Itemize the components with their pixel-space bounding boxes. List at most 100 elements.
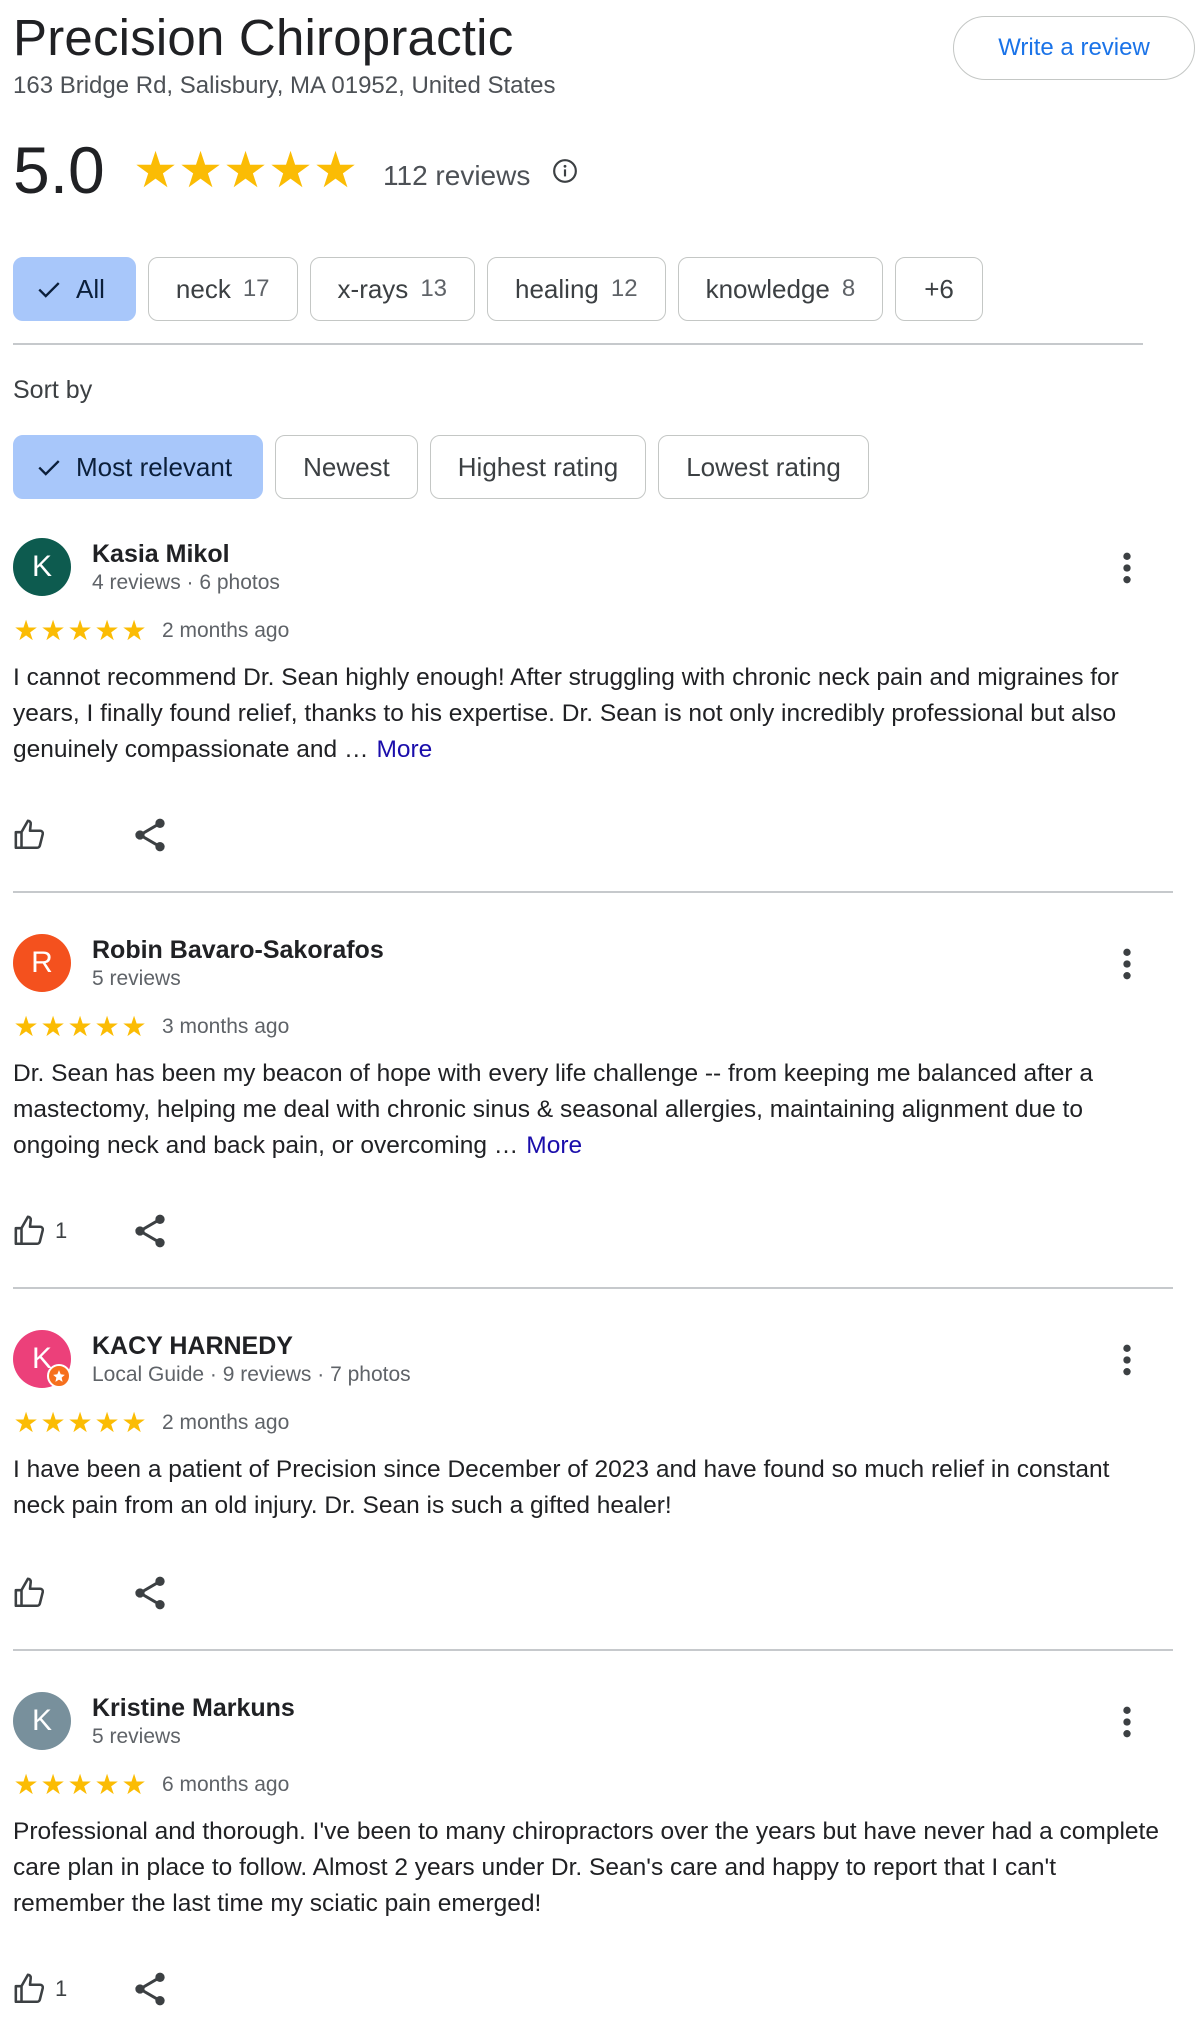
star-icon: ★ <box>94 1769 120 1800</box>
sort-highest-rating[interactable]: Highest rating <box>429 435 647 499</box>
more-vert-icon[interactable] <box>1107 944 1147 984</box>
business-address: 163 Bridge Rd, Salisbury, MA 01952, Unit… <box>13 72 556 99</box>
review-actions: 1 <box>13 1969 67 2009</box>
more-link[interactable]: More <box>526 1132 582 1159</box>
review-time: 2 months ago <box>162 619 290 642</box>
sort-most-relevant[interactable]: Most relevant <box>13 435 264 499</box>
chip-label: Highest rating <box>457 451 619 482</box>
more-vert-icon[interactable] <box>1107 1340 1147 1380</box>
thumb-up-icon <box>14 819 45 850</box>
star-icon: ★ <box>121 1769 147 1800</box>
review-text: Dr. Sean has been my beacon of hope with… <box>13 1056 1163 1164</box>
avatar[interactable]: R <box>13 934 71 992</box>
sort-lowest-rating[interactable]: Lowest rating <box>658 435 869 499</box>
review-rating: ★ ★ ★ ★ ★ 6 months ago <box>13 1770 289 1800</box>
topic-chip-neck[interactable]: neck 17 <box>147 257 298 321</box>
star-icon: ★ <box>121 615 147 646</box>
star-icon: ★ <box>94 615 120 646</box>
topic-chip-x-rays[interactable]: x-rays 13 <box>309 257 476 321</box>
divider <box>13 1287 1173 1289</box>
like-button[interactable] <box>13 1573 47 1613</box>
chip-label: neck <box>175 273 231 304</box>
reviewer-name[interactable]: Kristine Markuns <box>92 1692 295 1724</box>
avatar-initial: K <box>31 550 52 583</box>
star-icon: ★ <box>223 142 268 198</box>
divider <box>13 891 1173 893</box>
star-icon: ★ <box>94 1407 120 1438</box>
reviewer-meta: 5 reviews <box>92 967 181 990</box>
thumb-up-icon <box>14 1215 45 1246</box>
chip-label: +6 <box>924 273 954 304</box>
share-icon[interactable] <box>130 1211 170 1251</box>
star-icon: ★ <box>121 1407 147 1438</box>
more-vert-icon[interactable] <box>1107 548 1147 588</box>
rating-stars: ★ ★ ★ ★ ★ <box>133 145 358 195</box>
topic-chip-more[interactable]: +6 <box>895 257 983 321</box>
share-icon[interactable] <box>130 815 170 855</box>
reviewer-name[interactable]: KACY HARNEDY <box>92 1330 293 1362</box>
review-rating: ★ ★ ★ ★ ★ 3 months ago <box>13 1012 289 1042</box>
write-review-button[interactable]: Write a review <box>953 16 1195 80</box>
star-icon: ★ <box>13 1769 39 1800</box>
star-icon: ★ <box>178 142 223 198</box>
topic-chip-all[interactable]: All <box>13 257 136 321</box>
share-icon[interactable] <box>130 1969 170 2009</box>
star-icon: ★ <box>67 1769 93 1800</box>
review-time: 6 months ago <box>162 1773 290 1796</box>
check-icon <box>38 282 60 298</box>
reviewer-meta: 4 reviews · 6 photos <box>92 571 280 594</box>
chip-label: healing <box>515 273 599 304</box>
reviewer-meta: 5 reviews <box>92 1725 181 1748</box>
chip-label: Lowest rating <box>686 451 841 482</box>
chip-label: Most relevant <box>76 451 233 482</box>
review-body: I cannot recommend Dr. Sean highly enoug… <box>13 664 1119 763</box>
star-icon: ★ <box>268 142 313 198</box>
star-icon: ★ <box>13 615 39 646</box>
like-button[interactable] <box>13 815 47 855</box>
reviewer-meta: Local Guide · 9 reviews · 7 photos <box>92 1363 411 1386</box>
thumb-up-icon <box>14 1577 45 1608</box>
chip-count: 12 <box>610 275 638 302</box>
sort-chips: Most relevant Newest Highest rating Lowe… <box>13 435 869 499</box>
reviewer-name[interactable]: Robin Bavaro-Sakorafos <box>92 934 384 966</box>
chip-count: 8 <box>841 275 856 302</box>
divider <box>13 343 1143 345</box>
like-count: 1 <box>55 1976 68 2001</box>
star-icon: ★ <box>94 1011 120 1042</box>
review-actions <box>13 815 47 855</box>
star-icon: ★ <box>40 1011 66 1042</box>
reviewer-name[interactable]: Kasia Mikol <box>92 538 230 570</box>
review-body: I have been a patient of Precision since… <box>13 1456 1110 1519</box>
sort-by-label: Sort by <box>13 376 93 404</box>
star-icon: ★ <box>67 1011 93 1042</box>
review-time: 2 months ago <box>162 1411 290 1434</box>
review-actions <box>13 1573 47 1613</box>
topic-chip-knowledge[interactable]: knowledge 8 <box>677 257 884 321</box>
review-text: Professional and thorough. I've been to … <box>13 1814 1163 1922</box>
chip-count: 17 <box>242 275 270 302</box>
rating-summary: 5.0 ★ ★ ★ ★ ★ 112 reviews <box>13 130 578 210</box>
review-actions: 1 <box>13 1211 67 1251</box>
more-vert-icon[interactable] <box>1107 1702 1147 1742</box>
more-link[interactable]: More <box>376 736 432 763</box>
chip-label: x-rays <box>337 273 409 304</box>
review-rating: ★ ★ ★ ★ ★ 2 months ago <box>13 616 289 646</box>
info-icon[interactable] <box>552 158 578 184</box>
chip-count: 13 <box>420 275 448 302</box>
divider <box>13 1649 1173 1651</box>
avatar[interactable]: K <box>13 538 71 596</box>
avatar[interactable]: K <box>13 1692 71 1750</box>
like-button[interactable]: 1 <box>13 1211 67 1251</box>
star-icon: ★ <box>121 1011 147 1042</box>
review-text: I cannot recommend Dr. Sean highly enoug… <box>13 660 1163 768</box>
sort-newest[interactable]: Newest <box>275 435 418 499</box>
like-button[interactable]: 1 <box>13 1969 67 2009</box>
topic-chip-healing[interactable]: healing 12 <box>487 257 666 321</box>
check-icon <box>38 460 60 476</box>
avatar-initial: R <box>31 946 53 979</box>
share-icon[interactable] <box>130 1573 170 1613</box>
star-icon: ★ <box>313 142 358 198</box>
star-icon: ★ <box>40 1769 66 1800</box>
review-time: 3 months ago <box>162 1015 290 1038</box>
star-icon: ★ <box>67 615 93 646</box>
